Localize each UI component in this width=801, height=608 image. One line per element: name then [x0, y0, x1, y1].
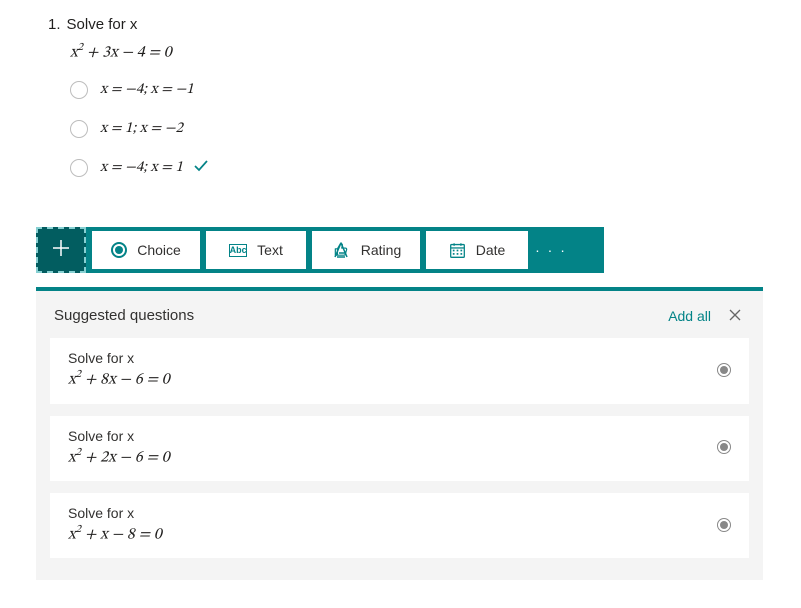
rating-type-button[interactable]: Rating — [312, 231, 420, 269]
answer-option[interactable]: x = −4; x = 1 — [70, 158, 763, 177]
rating-type-label: Rating — [361, 242, 401, 258]
suggestion-title: Solve for x — [68, 505, 162, 521]
choice-type-label: Choice — [137, 242, 181, 258]
question-header: 1. Solve for x — [48, 16, 763, 33]
suggestion-card[interactable]: Solve for x x2 + 2x − 6 = 0 — [50, 416, 749, 481]
suggestion-equation: x2 + x − 8 = 0 — [68, 523, 162, 544]
close-suggestions-button[interactable] — [727, 308, 743, 324]
suggestions-list: Solve for x x2 + 8x − 6 = 0 Solve for x x2 … — [50, 338, 749, 558]
suggestion-title: Solve for x — [68, 350, 170, 366]
question-type-toolbar: Choice Abc Text Rating — [36, 227, 604, 273]
radio-icon — [70, 120, 88, 138]
answer-option[interactable]: x = −4; x = −1 — [70, 80, 763, 99]
suggestion-type-icon — [717, 440, 731, 454]
answer-option-text: x = −4; x = −1 — [100, 80, 194, 99]
date-type-label: Date — [476, 242, 506, 258]
suggestion-equation: x2 + 2x − 6 = 0 — [68, 446, 170, 467]
answer-options: x = −4; x = −1 x = 1; x = −2 x = −4; x = 1 — [70, 80, 763, 177]
date-type-button[interactable]: Date — [426, 231, 528, 269]
rating-icon — [331, 241, 351, 259]
close-icon — [729, 309, 741, 321]
question-equation: x2 + 3x − 4 = 0 — [70, 41, 763, 62]
suggestion-type-icon — [717, 363, 731, 377]
add-question-button[interactable] — [36, 227, 86, 273]
suggestions-header: Suggested questions Add all — [50, 307, 749, 338]
suggestion-content: Solve for x x2 + x − 8 = 0 — [68, 505, 162, 544]
suggestions-actions: Add all — [668, 308, 743, 324]
question-block: 1. Solve for x x2 + 3x − 4 = 0 x = −4; x… — [0, 0, 801, 207]
answer-option[interactable]: x = 1; x = −2 — [70, 119, 763, 138]
question-number: 1. — [48, 16, 61, 33]
radio-icon — [70, 81, 88, 99]
plus-icon — [52, 237, 70, 263]
suggestion-type-icon — [717, 518, 731, 532]
more-icon: · · · — [535, 242, 567, 258]
text-icon: Abc — [229, 244, 247, 257]
date-icon — [449, 242, 466, 259]
correct-check-icon — [193, 158, 209, 177]
text-type-button[interactable]: Abc Text — [206, 231, 306, 269]
suggestion-equation: x2 + 8x − 6 = 0 — [68, 368, 170, 389]
suggestion-card[interactable]: Solve for x x2 + 8x − 6 = 0 — [50, 338, 749, 403]
more-types-button[interactable]: · · · — [528, 227, 574, 273]
suggestions-panel: Suggested questions Add all Solve for x x… — [36, 291, 763, 580]
suggestions-title: Suggested questions — [54, 307, 194, 324]
question-title: Solve for x — [67, 16, 138, 33]
answer-option-text: x = 1; x = −2 — [100, 119, 183, 138]
text-type-label: Text — [257, 242, 283, 258]
suggestion-title: Solve for x — [68, 428, 170, 444]
radio-icon — [70, 159, 88, 177]
add-all-button[interactable]: Add all — [668, 308, 711, 324]
choice-type-button[interactable]: Choice — [92, 231, 200, 269]
suggestion-content: Solve for x x2 + 8x − 6 = 0 — [68, 350, 170, 389]
answer-option-text: x = −4; x = 1 — [100, 158, 183, 177]
choice-icon — [111, 242, 127, 258]
suggestion-content: Solve for x x2 + 2x − 6 = 0 — [68, 428, 170, 467]
suggestion-card[interactable]: Solve for x x2 + x − 8 = 0 — [50, 493, 749, 558]
